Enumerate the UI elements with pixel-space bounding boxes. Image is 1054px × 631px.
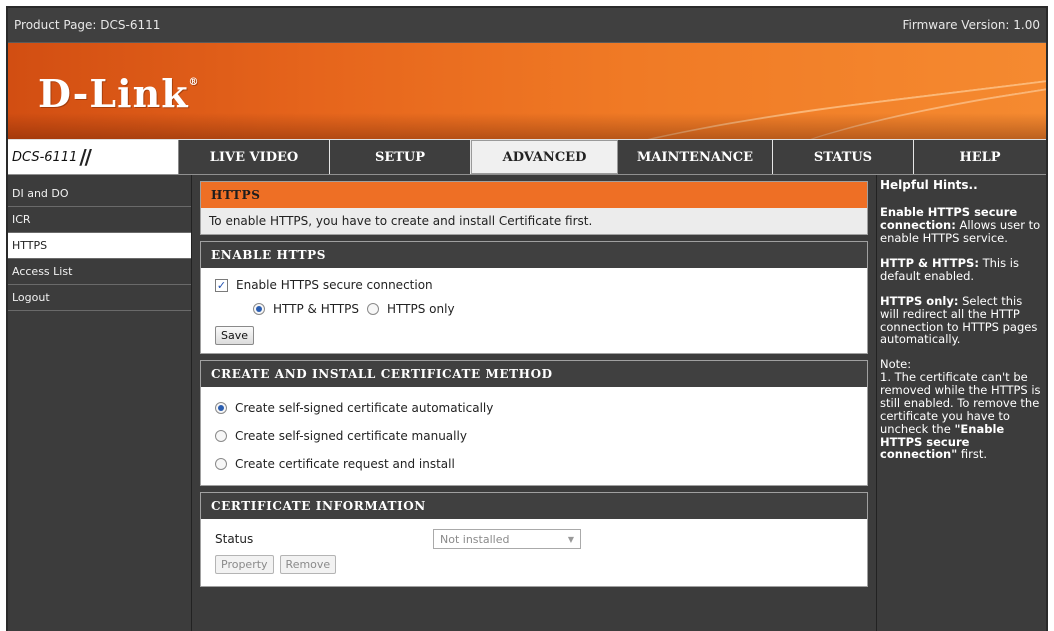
tab-status[interactable]: STATUS (773, 140, 914, 174)
certificate-method-heading: CREATE AND INSTALL CERTIFICATE METHOD (201, 361, 867, 387)
enable-https-checkbox[interactable]: ✓ (215, 278, 228, 292)
content-area: HTTPS To enable HTTPS, you have to creat… (192, 175, 876, 631)
status-label: Status (215, 532, 254, 546)
page-title: HTTPS (201, 182, 867, 208)
sidebar-item-https[interactable]: HTTPS (8, 233, 191, 259)
remove-button[interactable]: Remove (279, 555, 337, 574)
hint-https-only: HTTPS only: Select this will redirect al… (880, 293, 1038, 347)
model-label-box: DCS-6111 // (8, 140, 179, 174)
radio-self-signed-auto[interactable] (215, 402, 227, 414)
browser-page: Product Page: DCS-6111 Firmware Version:… (6, 6, 1048, 631)
sidebar-item-access-list[interactable]: Access List (8, 259, 191, 285)
sidebar-item-di-and-do[interactable]: DI and DO (8, 181, 191, 207)
hints-title: Helpful Hints.. (880, 178, 978, 192)
model-name: DCS-6111 (12, 149, 78, 165)
certificate-status-value: Not installed (440, 532, 510, 546)
self-signed-auto-label: Create self-signed certificate automatic… (235, 401, 494, 415)
helpful-hints-panel: Helpful Hints.. Enable HTTPS secure conn… (876, 175, 1046, 631)
enable-https-panel: ENABLE HTTPS ✓ Enable HTTPS secure conne… (200, 241, 868, 354)
certificate-status-select[interactable]: Not installed ▼ (433, 529, 581, 549)
radio-https-only-label: HTTPS only (387, 302, 455, 316)
main-nav: DCS-6111 // LIVE VIDEO SETUP ADVANCED MA… (8, 139, 1046, 175)
https-intro-text: To enable HTTPS, you have to create and … (201, 208, 867, 234)
chevron-down-icon: ▼ (567, 534, 574, 544)
certificate-method-panel: CREATE AND INSTALL CERTIFICATE METHOD Cr… (200, 360, 868, 486)
firmware-version-label: Firmware Version: 1.00 (902, 18, 1040, 32)
tab-setup[interactable]: SETUP (330, 140, 471, 174)
brand-banner: D-Link® (8, 43, 1046, 139)
sidebar-item-icr[interactable]: ICR (8, 207, 191, 233)
save-button[interactable]: Save (215, 326, 255, 345)
tab-advanced[interactable]: ADVANCED (471, 140, 618, 174)
https-panel: HTTPS To enable HTTPS, you have to creat… (200, 181, 868, 235)
sidebar: DI and DO ICR HTTPS Access List Logout (8, 175, 192, 631)
sidebar-item-logout[interactable]: Logout (8, 285, 191, 311)
certificate-info-heading: CERTIFICATE INFORMATION (201, 493, 867, 519)
certificate-info-panel: CERTIFICATE INFORMATION Status Not insta… (200, 492, 868, 587)
radio-http-and-https-label: HTTP & HTTPS (273, 302, 360, 316)
radio-self-signed-manual[interactable] (215, 430, 227, 442)
tab-maintenance[interactable]: MAINTENANCE (618, 140, 773, 174)
slash-decoration-icon: // (79, 145, 92, 169)
hint-note: Note: 1. The certificate can't be removed… (880, 357, 1041, 462)
enable-https-label: Enable HTTPS secure connection (236, 278, 433, 292)
top-info-bar: Product Page: DCS-6111 Firmware Version:… (8, 8, 1046, 43)
tab-live-video[interactable]: LIVE VIDEO (179, 140, 330, 174)
radio-http-and-https[interactable] (253, 303, 265, 315)
certificate-request-label: Create certificate request and install (235, 457, 455, 471)
hint-http-and-https: HTTP & HTTPS: This is default enabled. (880, 256, 1019, 283)
hint-enable-https: Enable HTTPS secure connection: Allows u… (880, 205, 1041, 246)
enable-https-heading: ENABLE HTTPS (201, 242, 867, 268)
dlink-logo: D-Link® (38, 71, 200, 116)
radio-https-only[interactable] (367, 303, 380, 315)
product-page-label: Product Page: DCS-6111 (14, 18, 161, 32)
radio-certificate-request[interactable] (215, 458, 227, 470)
tab-help[interactable]: HELP (914, 140, 1046, 174)
property-button[interactable]: Property (215, 555, 274, 574)
main-area: DI and DO ICR HTTPS Access List Logout H… (8, 175, 1046, 631)
self-signed-manual-label: Create self-signed certificate manually (235, 429, 467, 443)
